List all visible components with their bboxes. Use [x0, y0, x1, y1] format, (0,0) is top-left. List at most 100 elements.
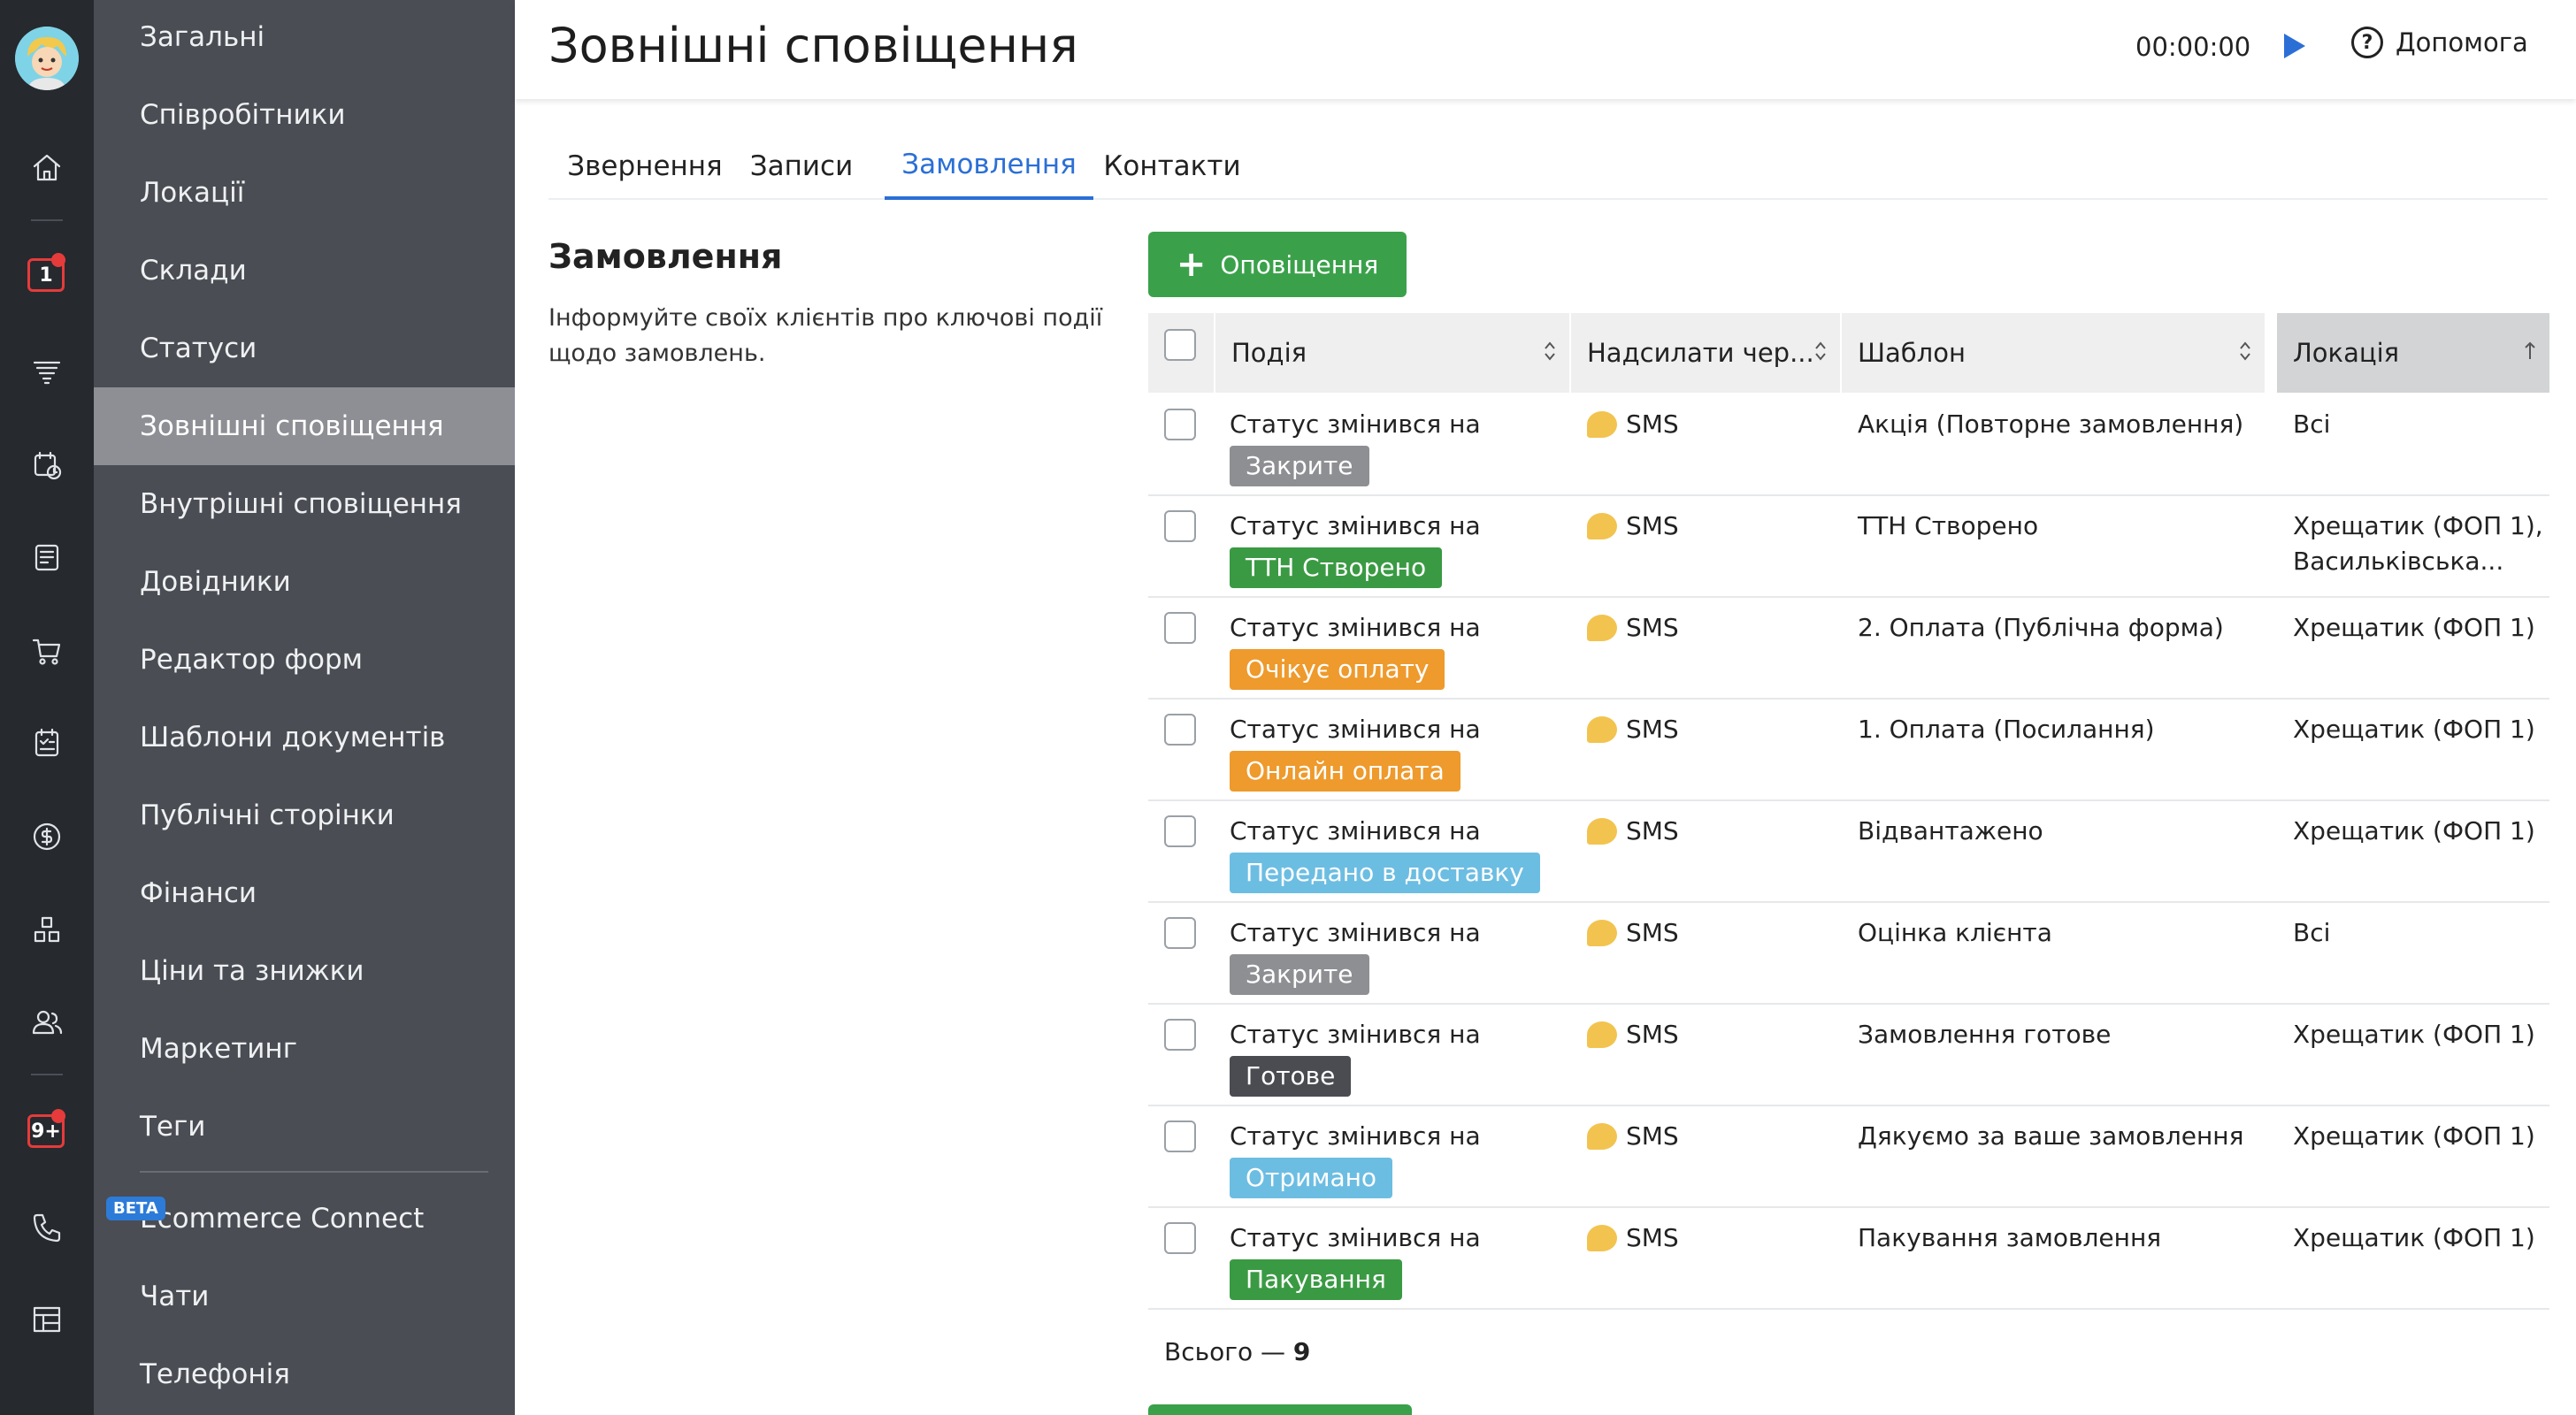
- menu-item-form-editor[interactable]: Редактор форм: [94, 621, 515, 699]
- menu-item-chats[interactable]: Чати: [94, 1258, 515, 1335]
- location-cell: Хрещатик (ФОП 1): [2293, 1017, 2549, 1052]
- location-text: Всі: [2293, 409, 2331, 439]
- row-checkbox[interactable]: [1164, 1222, 1196, 1254]
- phone-icon[interactable]: [22, 1203, 72, 1252]
- sms-bubble-icon: [1587, 411, 1617, 438]
- column-header-template[interactable]: Шаблон: [1842, 313, 2265, 393]
- location-cell: Хрещатик (ФОП 1): [2293, 814, 2549, 849]
- bottom-action-button[interactable]: [1148, 1404, 1412, 1415]
- channel-text: SMS: [1626, 918, 1679, 947]
- column-header-channel[interactable]: Надсилати чер...: [1571, 313, 1840, 393]
- row-checkbox[interactable]: [1164, 612, 1196, 644]
- tab-bar: Звернення Записи Замовлення Контакти: [548, 133, 2548, 200]
- menu-item-tags[interactable]: Теги: [94, 1088, 515, 1166]
- event-cell: Статус змінився на Готове: [1230, 1017, 1566, 1097]
- row-checkbox[interactable]: [1164, 714, 1196, 746]
- column-header-label: Надсилати чер...: [1587, 338, 1814, 368]
- warehouse-icon[interactable]: [22, 906, 72, 955]
- channel-cell: SMS: [1587, 407, 1679, 442]
- status-badge: Онлайн оплата: [1230, 751, 1460, 792]
- channel-cell: SMS: [1587, 814, 1679, 849]
- home-icon[interactable]: [22, 143, 72, 193]
- channel-cell: SMS: [1587, 1119, 1679, 1154]
- table-row[interactable]: Статус змінився на Закрите SMS Оцінка клієн…: [1148, 903, 2549, 1005]
- column-header-event[interactable]: Подія: [1215, 313, 1569, 393]
- section-description: Інформуйте своїх клієнтів про ключові по…: [548, 304, 1103, 367]
- total-label: Всього —: [1164, 1337, 1285, 1366]
- table-row[interactable]: Статус змінився на Отримано SMS Дякуємо за …: [1148, 1106, 2549, 1208]
- menu-item-prices-discounts[interactable]: Ціни та знижки: [94, 932, 515, 1010]
- tasks-icon[interactable]: [22, 718, 72, 768]
- event-text: Статус змінився на: [1230, 816, 1481, 845]
- page-title: Зовнішні сповіщення: [548, 18, 1078, 73]
- table-row[interactable]: Статус змінився на Готове SMS Замовлення го…: [1148, 1005, 2549, 1106]
- add-notification-button[interactable]: + Оповіщення: [1148, 232, 1407, 297]
- avatar[interactable]: [15, 27, 79, 90]
- schedule-icon[interactable]: [22, 440, 72, 490]
- notification-dot: [51, 253, 65, 267]
- tab-contacts[interactable]: Контакти: [1093, 133, 1251, 200]
- menu-item-employees[interactable]: Співробітники: [94, 76, 515, 154]
- menu-item-public-pages[interactable]: Публічні сторінки: [94, 776, 515, 854]
- location-text: Хрещатик (ФОП 1): [2293, 1223, 2535, 1252]
- table-row[interactable]: Статус змінився на Передано в доставку SMS…: [1148, 801, 2549, 903]
- menu-item-directories[interactable]: Довідники: [94, 543, 515, 621]
- section-title: Замовлення: [548, 237, 783, 276]
- table-row[interactable]: Статус змінився на Онлайн оплата SMS 1. Опл…: [1148, 700, 2549, 801]
- menu-item-telephony[interactable]: Телефонія: [94, 1335, 515, 1413]
- table-row[interactable]: Статус змінився на Закрите SMS Акція (Повто…: [1148, 394, 2549, 496]
- location-text: Хрещатик (ФОП 1): [2293, 1121, 2535, 1151]
- help-button[interactable]: ? Допомога: [2351, 27, 2528, 58]
- status-badge: ТТН Створено: [1230, 547, 1443, 588]
- location-cell: Хрещатик (ФОП 1): [2293, 712, 2549, 747]
- location-text: Всі: [2293, 918, 2331, 947]
- sort-icon: [2240, 341, 2250, 361]
- table-header: Подія Надсилати чер... Шаблон Локація: [1148, 313, 2549, 393]
- clients-icon[interactable]: [22, 998, 72, 1047]
- row-checkbox[interactable]: [1164, 917, 1196, 949]
- row-checkbox[interactable]: [1164, 1121, 1196, 1152]
- event-cell: Статус змінився на ТТН Створено: [1230, 509, 1566, 588]
- play-icon[interactable]: [2284, 34, 2305, 58]
- row-checkbox[interactable]: [1164, 409, 1196, 440]
- row-checkbox[interactable]: [1164, 1019, 1196, 1051]
- invoice-icon[interactable]: [22, 532, 72, 582]
- sms-bubble-icon: [1587, 920, 1617, 946]
- menu-item-external-notifications[interactable]: Зовнішні сповіщення: [94, 387, 515, 465]
- event-cell: Статус змінився на Закрите: [1230, 407, 1566, 486]
- menu-item-internal-notifications[interactable]: Внутрішні сповіщення: [94, 465, 515, 543]
- select-all-checkbox[interactable]: [1164, 329, 1196, 361]
- sms-bubble-icon: [1587, 513, 1617, 539]
- menu-item-warehouses[interactable]: Склади: [94, 232, 515, 310]
- row-checkbox[interactable]: [1164, 815, 1196, 847]
- finance-icon[interactable]: [22, 812, 72, 861]
- location-text: Хрещатик (ФОП 1),: [2293, 511, 2543, 540]
- status-badge: Готове: [1230, 1056, 1352, 1097]
- funnel-icon[interactable]: [22, 347, 72, 396]
- table-row[interactable]: Статус змінився на ТТН Створено SMS ТТН Ств…: [1148, 496, 2549, 598]
- menu-item-locations[interactable]: Локації: [94, 154, 515, 232]
- add-notification-label: Оповіщення: [1220, 249, 1379, 279]
- tab-requests[interactable]: Звернення: [548, 133, 741, 200]
- template-cell: Оцінка клієнта: [1858, 918, 2052, 947]
- menu-item-finance[interactable]: Фінанси: [94, 854, 515, 932]
- tab-orders[interactable]: Замовлення: [885, 133, 1093, 200]
- channel-text: SMS: [1626, 1020, 1679, 1049]
- column-header-location[interactable]: Локація: [2277, 313, 2549, 393]
- sms-bubble-icon: [1587, 615, 1617, 641]
- cart-icon[interactable]: [22, 626, 72, 676]
- menu-item-marketing[interactable]: Маркетинг: [94, 1010, 515, 1088]
- menu-item-document-templates[interactable]: Шаблони документів: [94, 699, 515, 776]
- dashboard-icon[interactable]: [22, 1295, 72, 1344]
- row-checkbox[interactable]: [1164, 510, 1196, 542]
- sms-bubble-icon: [1587, 1021, 1617, 1048]
- menu-item-general[interactable]: Загальні: [94, 0, 515, 76]
- location-cell: Всі: [2293, 407, 2549, 442]
- table-row[interactable]: Статус змінився на Очікує оплату SMS 2. Опл…: [1148, 598, 2549, 700]
- table-row[interactable]: Статус змінився на Пакування SMS Пакування …: [1148, 1208, 2549, 1310]
- icon-rail: 1 9+: [0, 0, 94, 1415]
- menu-item-statuses[interactable]: Статуси: [94, 310, 515, 387]
- location-text: Хрещатик (ФОП 1): [2293, 715, 2535, 744]
- avatar-icon: [15, 27, 79, 90]
- tab-appointments[interactable]: Записи: [741, 133, 862, 200]
